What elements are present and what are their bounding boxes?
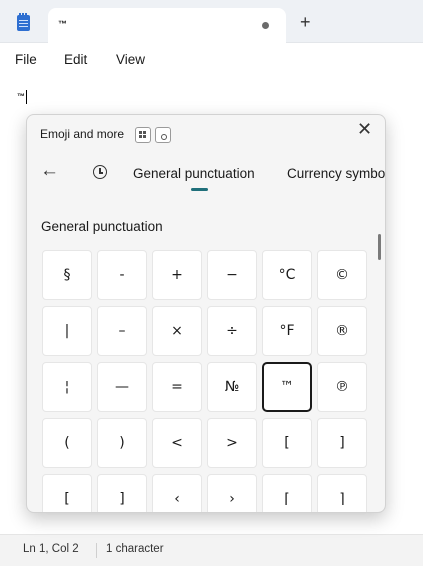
new-tab-button[interactable]: +: [300, 12, 311, 32]
clock-icon[interactable]: [93, 165, 107, 179]
symbol-cell[interactable]: ‹: [152, 474, 202, 512]
symbol-cell[interactable]: =: [152, 362, 202, 412]
tab-general-punctuation[interactable]: General punctuation: [133, 166, 255, 181]
symbol-cell[interactable]: ¦: [42, 362, 92, 412]
panel-title: Emoji and more: [40, 127, 125, 141]
symbol-cell[interactable]: ]: [317, 418, 367, 468]
emoji-panel: Emoji and more ✕ ← General punctuation C…: [26, 114, 386, 513]
status-divider: [96, 543, 97, 558]
symbol-cell[interactable]: –: [97, 306, 147, 356]
symbol-cell[interactable]: ): [97, 418, 147, 468]
active-tab-indicator: [191, 188, 208, 191]
symbol-cell[interactable]: ÷: [207, 306, 257, 356]
close-icon[interactable]: ✕: [357, 120, 372, 138]
symbol-cell[interactable]: |: [42, 306, 92, 356]
document-tab[interactable]: ™: [48, 8, 286, 43]
title-bar: ™ +: [0, 0, 423, 43]
arrow-left-icon[interactable]: ←: [40, 161, 59, 181]
status-bar: Ln 1, Col 2 1 character: [0, 534, 423, 566]
symbol-cell[interactable]: -: [97, 250, 147, 300]
menu-view[interactable]: View: [116, 52, 145, 67]
symbol-cell[interactable]: [: [262, 418, 312, 468]
section-title: General punctuation: [41, 219, 163, 234]
symbol-cell[interactable]: >: [207, 418, 257, 468]
menu-edit[interactable]: Edit: [64, 52, 87, 67]
symbol-cell[interactable]: ›: [207, 474, 257, 512]
symbol-cell[interactable]: ℗: [317, 362, 367, 412]
notepad-icon: [17, 13, 30, 31]
character-count: 1 character: [106, 543, 164, 555]
symbol-cell[interactable]: ×: [152, 306, 202, 356]
symbol-cell[interactable]: ⌈: [262, 474, 312, 512]
symbol-cell[interactable]: <: [152, 418, 202, 468]
symbol-cell[interactable]: ™: [262, 362, 312, 412]
scrollbar-thumb[interactable]: [378, 234, 381, 260]
symbol-cell[interactable]: ]: [97, 474, 147, 512]
tab-title: ™: [58, 19, 67, 29]
symbol-cell[interactable]: §: [42, 250, 92, 300]
symbol-cell[interactable]: ©: [317, 250, 367, 300]
symbol-cell[interactable]: °F: [262, 306, 312, 356]
symbol-cell[interactable]: (: [42, 418, 92, 468]
symbol-cell[interactable]: №: [207, 362, 257, 412]
symbol-cell[interactable]: ®: [317, 306, 367, 356]
symbol-cell[interactable]: −: [207, 250, 257, 300]
circle-icon[interactable]: [155, 127, 171, 143]
keyboard-icon[interactable]: [135, 127, 151, 143]
symbol-cell[interactable]: °C: [262, 250, 312, 300]
symbol-cell[interactable]: +: [152, 250, 202, 300]
unsaved-dot-icon[interactable]: [262, 22, 269, 29]
menu-file[interactable]: File: [15, 52, 37, 67]
cursor-position: Ln 1, Col 2: [23, 543, 79, 555]
tab-currency-symbols[interactable]: Currency symbo: [287, 166, 385, 181]
symbol-cell[interactable]: ⌉: [317, 474, 367, 512]
editor-content: ™: [17, 92, 25, 101]
symbol-cell[interactable]: —: [97, 362, 147, 412]
symbol-cell[interactable]: [: [42, 474, 92, 512]
menu-bar: File Edit View: [0, 43, 423, 75]
text-caret: [26, 90, 27, 104]
